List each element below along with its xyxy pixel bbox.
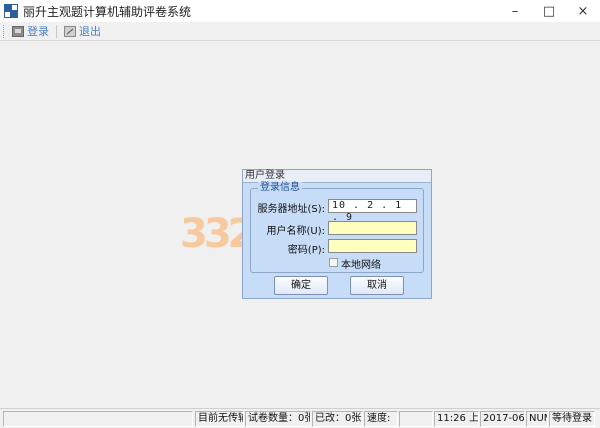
login-icon [12,25,24,37]
status-speed: 速度: [364,411,398,427]
password-field[interactable] [328,239,417,253]
ok-button[interactable]: 确定 [274,276,328,295]
server-address-field[interactable]: 10 . 2 . 1 . 9 [328,199,417,223]
username-label: 用户名称(U): [266,226,326,237]
status-transfer: 目前无传输 [195,411,244,427]
status-num: NUM [526,411,548,427]
main-window: 丽升主观题计算机辅助评卷系统 – □ × 登录 退出 3322 软件站 用户登录… [0,0,600,428]
cancel-button[interactable]: 取消 [350,276,404,295]
window-controls: – □ × [498,0,600,22]
server-label: 服务器地址(S): [257,204,325,215]
exit-icon [64,25,76,37]
status-time: 11:26 上午 [434,411,479,427]
minimize-button[interactable]: – [498,0,532,22]
status-message [3,411,193,427]
password-label: 密码(P): [287,245,325,256]
status-blank [399,411,433,427]
login-info-group: 登录信息 服务器地址(S): 10 . 2 . 1 . 9 用户名称(U): 密… [250,182,424,273]
username-field[interactable] [328,221,417,235]
toolbar: 登录 退出 [0,22,600,41]
status-paper-count: 试卷数量：0张 [245,411,311,427]
status-bar: 目前无传输 试卷数量：0张 已改：0张 速度: 11:26 上午 2017-06… [0,408,600,428]
window-title: 丽升主观题计算机辅助评卷系统 [23,4,192,19]
login-toolbar-label: 登录 [27,25,49,38]
group-title: 登录信息 [258,182,302,194]
status-state: 等待登录 [549,411,595,427]
maximize-button[interactable]: □ [532,0,566,22]
exit-toolbar-label: 退出 [79,25,101,38]
local-network-label: 本地网络 [341,260,381,271]
toolbar-grip [3,24,6,38]
login-toolbar-button[interactable]: 登录 [9,23,52,40]
app-grid-icon [4,4,18,18]
login-dialog: 用户登录 登录信息 服务器地址(S): 10 . 2 . 1 . 9 用户名称(… [242,169,432,299]
status-date: 2017-06-19 [480,411,525,427]
local-network-checkbox[interactable] [329,258,338,267]
title-bar: 丽升主观题计算机辅助评卷系统 – □ × [0,0,600,22]
close-button[interactable]: × [566,0,600,22]
status-marked-count: 已改：0张 [312,411,363,427]
exit-toolbar-button[interactable]: 退出 [61,23,104,40]
toolbar-separator [56,24,57,38]
